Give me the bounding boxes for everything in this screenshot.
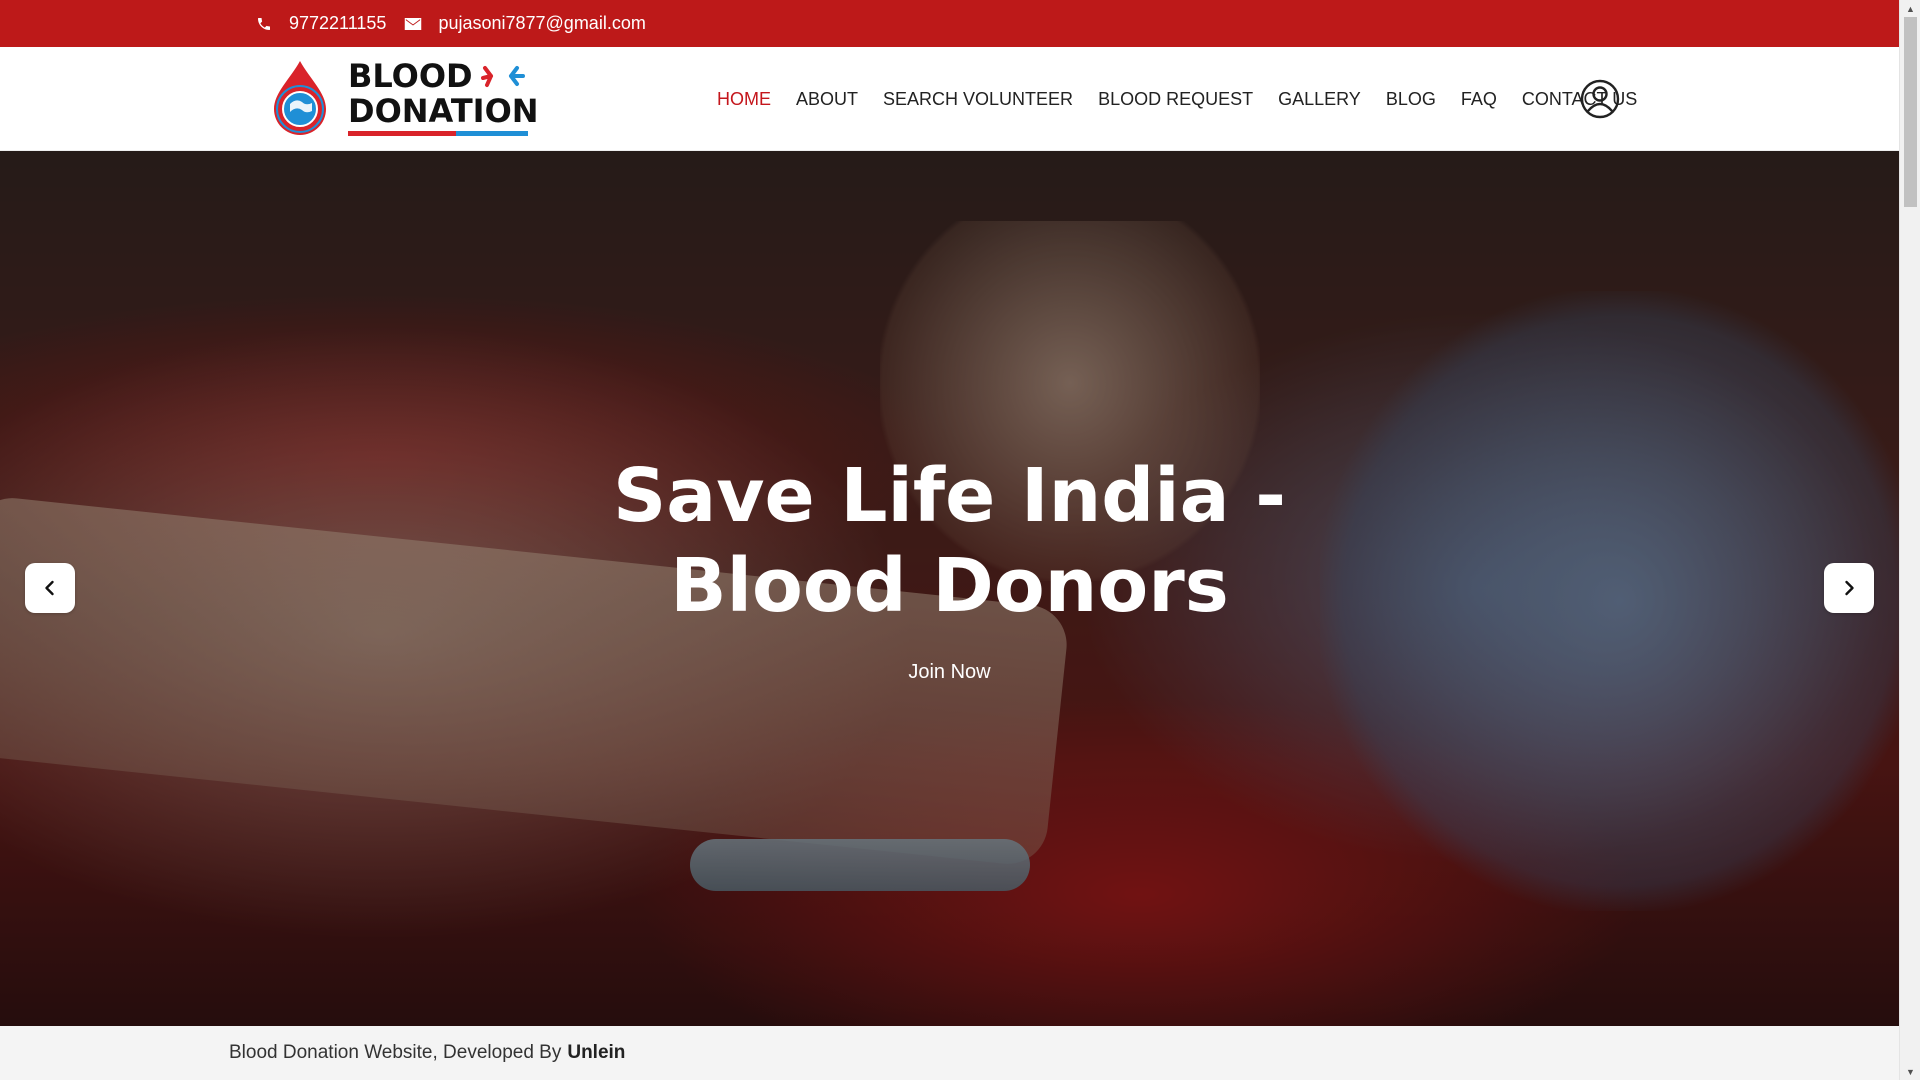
logo-sparkle-icon bbox=[480, 66, 525, 87]
chevron-right-icon bbox=[1845, 580, 1854, 596]
slider-prev-button[interactable] bbox=[25, 563, 75, 613]
site-footer: Blood Donation Website, Developed By Unl… bbox=[0, 1026, 1899, 1080]
footer-developer-link[interactable]: Unlein bbox=[567, 1042, 625, 1064]
logo-underline bbox=[348, 131, 528, 136]
hero-content: Save Life India - Blood Donors Join Now bbox=[0, 451, 1899, 684]
slider-next-button[interactable] bbox=[1824, 563, 1874, 613]
vertical-scrollbar[interactable]: ▲ ▼ bbox=[1899, 0, 1920, 1080]
phone-number: 9772211155 bbox=[289, 13, 387, 33]
envelope-icon bbox=[404, 15, 422, 33]
hero-slider: Save Life India - Blood Donors Join Now bbox=[0, 151, 1899, 1026]
user-account-icon[interactable] bbox=[1580, 79, 1620, 119]
nav-item-blood-request[interactable]: BLOOD REQUEST bbox=[1098, 89, 1253, 110]
chevron-left-icon bbox=[45, 580, 54, 596]
footer-text: Blood Donation Website, Developed By bbox=[229, 1042, 562, 1063]
nav-item-gallery[interactable]: GALLERY bbox=[1278, 89, 1361, 110]
nav-item-blog[interactable]: BLOG bbox=[1386, 89, 1436, 110]
phone-contact[interactable]: 9772211155 bbox=[255, 13, 386, 34]
email-contact[interactable]: pujasoni7877@gmail.com bbox=[404, 13, 646, 34]
main-nav: HOME ABOUT SEARCH VOLUNTEER BLOOD REQUES… bbox=[717, 47, 1662, 151]
nav-item-search-volunteer[interactable]: SEARCH VOLUNTEER bbox=[883, 89, 1073, 110]
blood-drop-globe-icon bbox=[274, 61, 326, 135]
top-contact-bar: 9772211155 pujasoni7877@gmail.com bbox=[0, 0, 1899, 47]
site-logo[interactable]: BLOOD DONATION bbox=[268, 59, 539, 137]
nav-item-faq[interactable]: FAQ bbox=[1461, 89, 1497, 110]
scroll-down-arrow-icon[interactable]: ▼ bbox=[1900, 1063, 1920, 1080]
logo-wordmark: BLOOD DONATION bbox=[348, 60, 539, 136]
logo-line2: DONATION bbox=[348, 92, 539, 130]
page: 9772211155 pujasoni7877@gmail.com BLOOD bbox=[0, 0, 1899, 1080]
logo-line1: BLOOD bbox=[348, 57, 473, 95]
hero-title: Save Life India - Blood Donors bbox=[612, 453, 1287, 629]
scrollbar-thumb[interactable] bbox=[1904, 17, 1917, 207]
join-now-button[interactable]: Join Now bbox=[908, 661, 990, 684]
nav-item-about[interactable]: ABOUT bbox=[796, 89, 858, 110]
email-address: pujasoni7877@gmail.com bbox=[438, 13, 646, 33]
phone-icon bbox=[255, 15, 273, 33]
scroll-up-arrow-icon[interactable]: ▲ bbox=[1900, 0, 1920, 17]
nav-item-home[interactable]: HOME bbox=[717, 89, 771, 110]
